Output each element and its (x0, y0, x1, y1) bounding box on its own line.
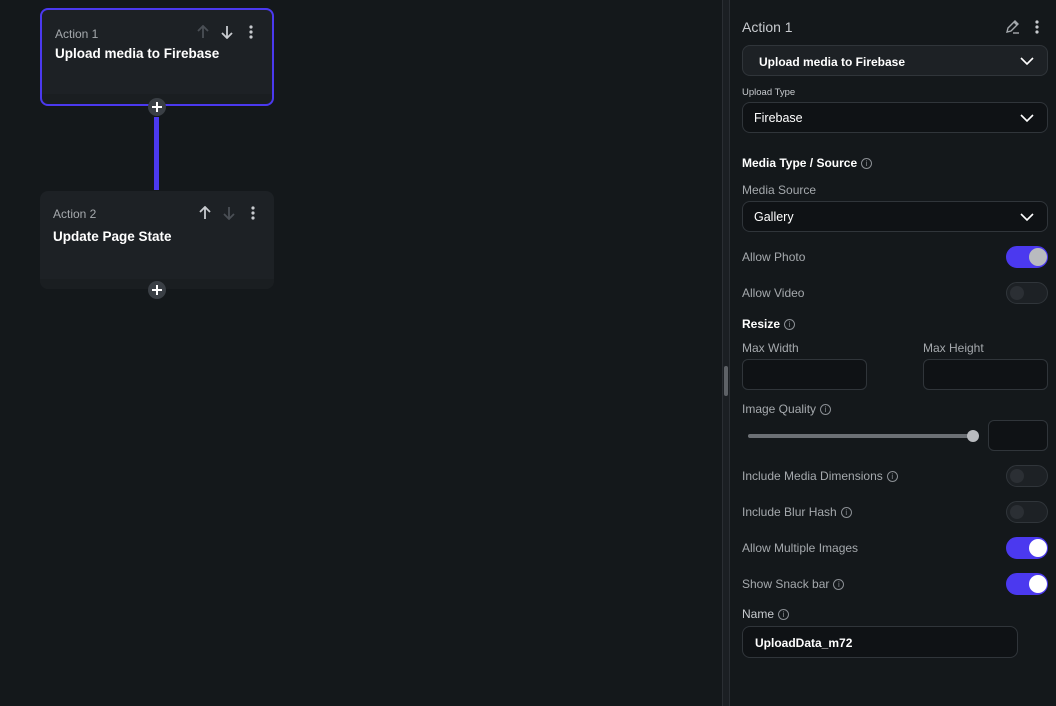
panel-title: Action 1 (742, 19, 793, 35)
allow-photo-label: Allow Photo (742, 250, 806, 264)
media-source-label: Media Source (742, 183, 817, 197)
arrow-up-icon (196, 24, 210, 40)
info-icon[interactable]: i (886, 471, 898, 483)
image-quality-label: Image Quality (742, 402, 817, 416)
resize-section-label: Resize (742, 317, 781, 331)
allow-multiple-images-toggle[interactable] (1006, 537, 1048, 559)
action-type-select[interactable]: Upload media to Firebase (742, 45, 1048, 76)
info-icon[interactable]: i (840, 507, 852, 519)
max-height-label: Max Height (923, 341, 984, 355)
action-connector (154, 117, 159, 190)
action-type-value: Upload media to Firebase (759, 55, 906, 69)
action-card-title: Update Page State (53, 229, 172, 244)
info-icon[interactable]: i (778, 609, 790, 621)
image-quality-slider-track[interactable] (748, 434, 974, 438)
plus-icon (152, 102, 162, 112)
add-action-button[interactable] (148, 281, 166, 299)
chevron-down-icon (1019, 210, 1035, 224)
include-media-dimensions-toggle[interactable] (1006, 465, 1048, 487)
image-quality-slider-thumb[interactable] (967, 430, 979, 442)
include-media-dimensions-label: Include Media Dimensions (742, 469, 883, 483)
add-action-button[interactable] (148, 98, 166, 116)
action-name-value: UploadData_m72 (755, 636, 853, 650)
action-card-2[interactable]: Action 2 Update Page State (40, 191, 274, 289)
action-card-1[interactable]: Action 1 Upload media to Firebase (40, 8, 274, 106)
toggle-knob (1010, 469, 1024, 483)
include-blur-hash-label: Include Blur Hash (742, 505, 837, 519)
image-quality-input[interactable] (988, 420, 1048, 451)
action-card-label: Action 1 (55, 27, 99, 41)
info-icon[interactable]: i (784, 319, 796, 331)
upload-type-select[interactable]: Firebase (742, 102, 1048, 133)
info-icon[interactable]: i (820, 404, 832, 416)
more-vertical-icon[interactable] (1035, 20, 1039, 39)
action-properties-panel: Action 1 Upload media to Firebase Upload… (730, 0, 1056, 706)
action-flow-canvas[interactable]: Action 1 Upload media to Firebase Action… (0, 0, 722, 706)
edit-icon[interactable] (1004, 19, 1020, 40)
max-width-input[interactable] (742, 359, 867, 390)
info-icon[interactable]: i (861, 158, 873, 170)
include-media-dimensions-title: Include Media Dimensions i (742, 469, 898, 483)
allow-multiple-images-label: Allow Multiple Images (742, 541, 859, 555)
action-card-title: Upload media to Firebase (55, 46, 220, 61)
name-label: Name (742, 607, 775, 621)
allow-video-toggle[interactable] (1006, 282, 1048, 304)
media-source-value: Gallery (754, 210, 794, 224)
resize-section-title: Resize i (742, 317, 796, 331)
allow-photo-toggle[interactable] (1006, 246, 1048, 268)
arrow-down-icon (222, 205, 236, 221)
upload-type-label: Upload Type (742, 87, 796, 98)
toggle-knob (1029, 248, 1047, 266)
toggle-knob (1029, 539, 1047, 557)
more-vertical-icon[interactable] (244, 24, 258, 40)
include-blur-hash-title: Include Blur Hash i (742, 505, 852, 519)
show-snack-bar-title: Show Snack bar i (742, 577, 845, 591)
info-icon[interactable]: i (833, 579, 845, 591)
plus-icon (152, 285, 162, 295)
chevron-down-icon (1019, 54, 1035, 68)
max-height-input[interactable] (923, 359, 1048, 390)
arrow-up-icon[interactable] (198, 205, 212, 221)
include-blur-hash-toggle[interactable] (1006, 501, 1048, 523)
name-title: Name i (742, 607, 790, 621)
toggle-knob (1010, 505, 1024, 519)
toggle-knob (1010, 286, 1024, 300)
more-vertical-icon[interactable] (246, 205, 260, 221)
media-type-section-title: Media Type / Source i (742, 156, 873, 170)
panel-divider (722, 0, 730, 706)
media-source-select[interactable]: Gallery (742, 201, 1048, 232)
upload-type-value: Firebase (754, 111, 803, 125)
show-snack-bar-label: Show Snack bar (742, 577, 830, 591)
action-card-label: Action 2 (53, 207, 97, 221)
action-name-input[interactable]: UploadData_m72 (742, 626, 1018, 658)
image-quality-title: Image Quality i (742, 402, 832, 416)
media-type-section-label: Media Type / Source (742, 156, 858, 170)
allow-video-label: Allow Video (742, 286, 805, 300)
show-snack-bar-toggle[interactable] (1006, 573, 1048, 595)
chevron-down-icon (1019, 111, 1035, 125)
toggle-knob (1029, 575, 1047, 593)
max-width-label: Max Width (742, 341, 799, 355)
resize-handle[interactable] (724, 366, 728, 396)
arrow-down-icon[interactable] (220, 24, 234, 40)
